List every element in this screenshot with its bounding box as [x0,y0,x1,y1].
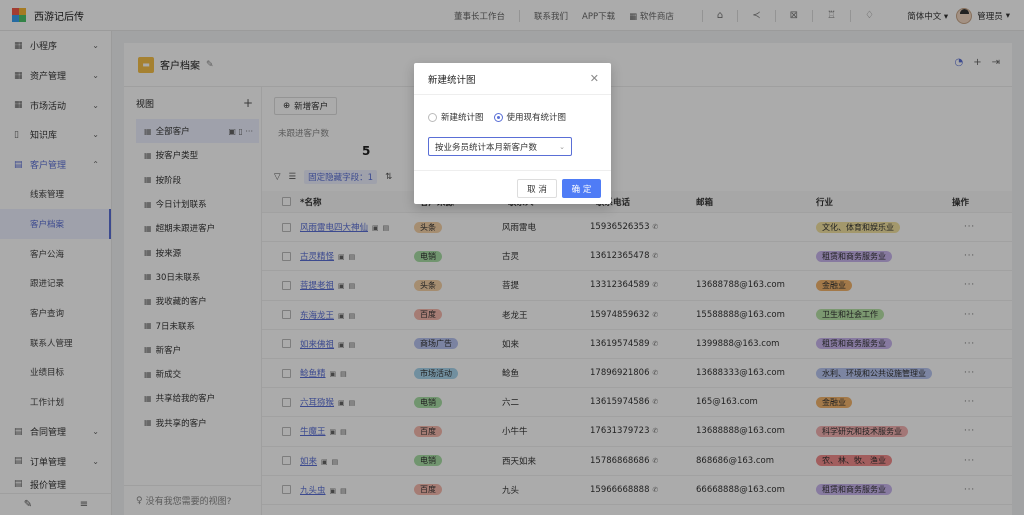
chevron-down-icon: ⌄ [559,142,565,151]
cancel-button[interactable]: 取 消 [517,179,557,198]
dialog-title: 新建统计图 [428,74,476,86]
radio-new-chart[interactable]: 新建统计图 [428,111,484,123]
radio-circle-selected[interactable] [493,112,503,122]
close-icon[interactable]: ✕ [590,72,599,85]
dialog-header: 新建统计图 ✕ [414,63,611,95]
confirm-button[interactable]: 确 定 [562,179,601,198]
radio-existing-chart[interactable]: 使用现有统计图 [493,111,566,123]
radio-circle[interactable] [428,112,437,122]
chart-mode-radio-group: 新建统计图 使用现有统计图 [428,111,566,123]
new-chart-dialog: 新建统计图 ✕ 新建统计图 使用现有统计图 按业务员统计本月新客户数 ⌄ 取 消… [414,63,611,204]
dialog-footer: 取 消 确 定 [414,170,611,204]
chart-select[interactable]: 按业务员统计本月新客户数 ⌄ [428,137,572,156]
